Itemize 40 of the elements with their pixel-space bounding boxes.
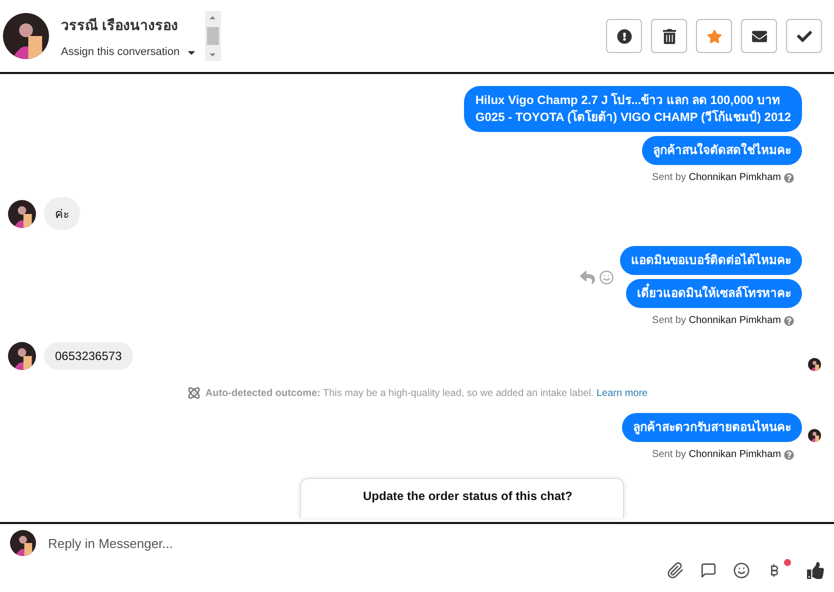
help-icon[interactable] [784,172,794,182]
help-icon[interactable] [784,450,794,460]
message-bubble: ลูกค้าสะดวกรับสายตอนไหนคะ [622,413,802,442]
message-bubble: ลูกค้าสนใจตัดสดใช่ไหมคะ [642,136,802,165]
mail-button[interactable] [741,19,777,53]
sent-by-label: Sent by Chonnikan Pimkham [652,172,781,183]
alert-icon [616,28,632,44]
message-bubble: แอดมินขอเบอร์ติดต่อได้ไหมคะ [620,246,802,275]
thumbs-up-icon[interactable] [807,562,824,579]
sent-by-label: Sent by Chonnikan Pimkham [652,315,781,326]
chat-icon[interactable] [700,562,717,579]
delete-button[interactable] [651,19,687,53]
seen-avatar [808,358,821,371]
message-bubble: เดี๋ยวแอดมินให้เซลล์โทรหาคะ [626,279,802,308]
contact-avatar [8,200,36,228]
emoji-icon[interactable] [733,562,750,579]
assign-dropdown[interactable]: Assign this conversation [61,46,197,58]
notice-text: Auto-detected outcome: This may be a high-quality lead, so we added an intake label. Learn more [205,388,648,398]
seen-avatar [808,429,821,442]
message-bubble: ค่ะ [44,197,80,230]
scrollbar[interactable] [204,11,221,61]
card-title: Update the order status of this chat? [363,489,572,503]
user-avatar [10,530,36,556]
paperclip-icon[interactable] [667,562,684,579]
contact-avatar [3,13,49,59]
message-bubble: 0653236573 [44,342,133,370]
star-icon [706,28,722,44]
message-bubble: Hilux Vigo Champ 2.7 J โปร...ข้าว แลก ลด 100,000 บาท G025 - TOYOTA (โตโยต้า) VIGO CHAMP (วีโก้แชมป์) 2012 [464,86,802,132]
trash-icon [662,28,676,44]
check-icon [796,28,812,44]
envelope-icon [752,28,766,44]
contact-name: วรรณี เรืองนางรอง [61,16,179,35]
atom-icon [186,385,202,401]
contact-avatar [8,342,36,370]
alert-button[interactable] [606,19,642,53]
help-icon[interactable] [784,316,794,326]
done-button[interactable] [786,19,822,53]
star-button[interactable] [696,19,732,53]
learn-more-link[interactable]: Learn more [596,388,648,398]
sent-by-label: Sent by Chonnikan Pimkham [652,449,781,460]
